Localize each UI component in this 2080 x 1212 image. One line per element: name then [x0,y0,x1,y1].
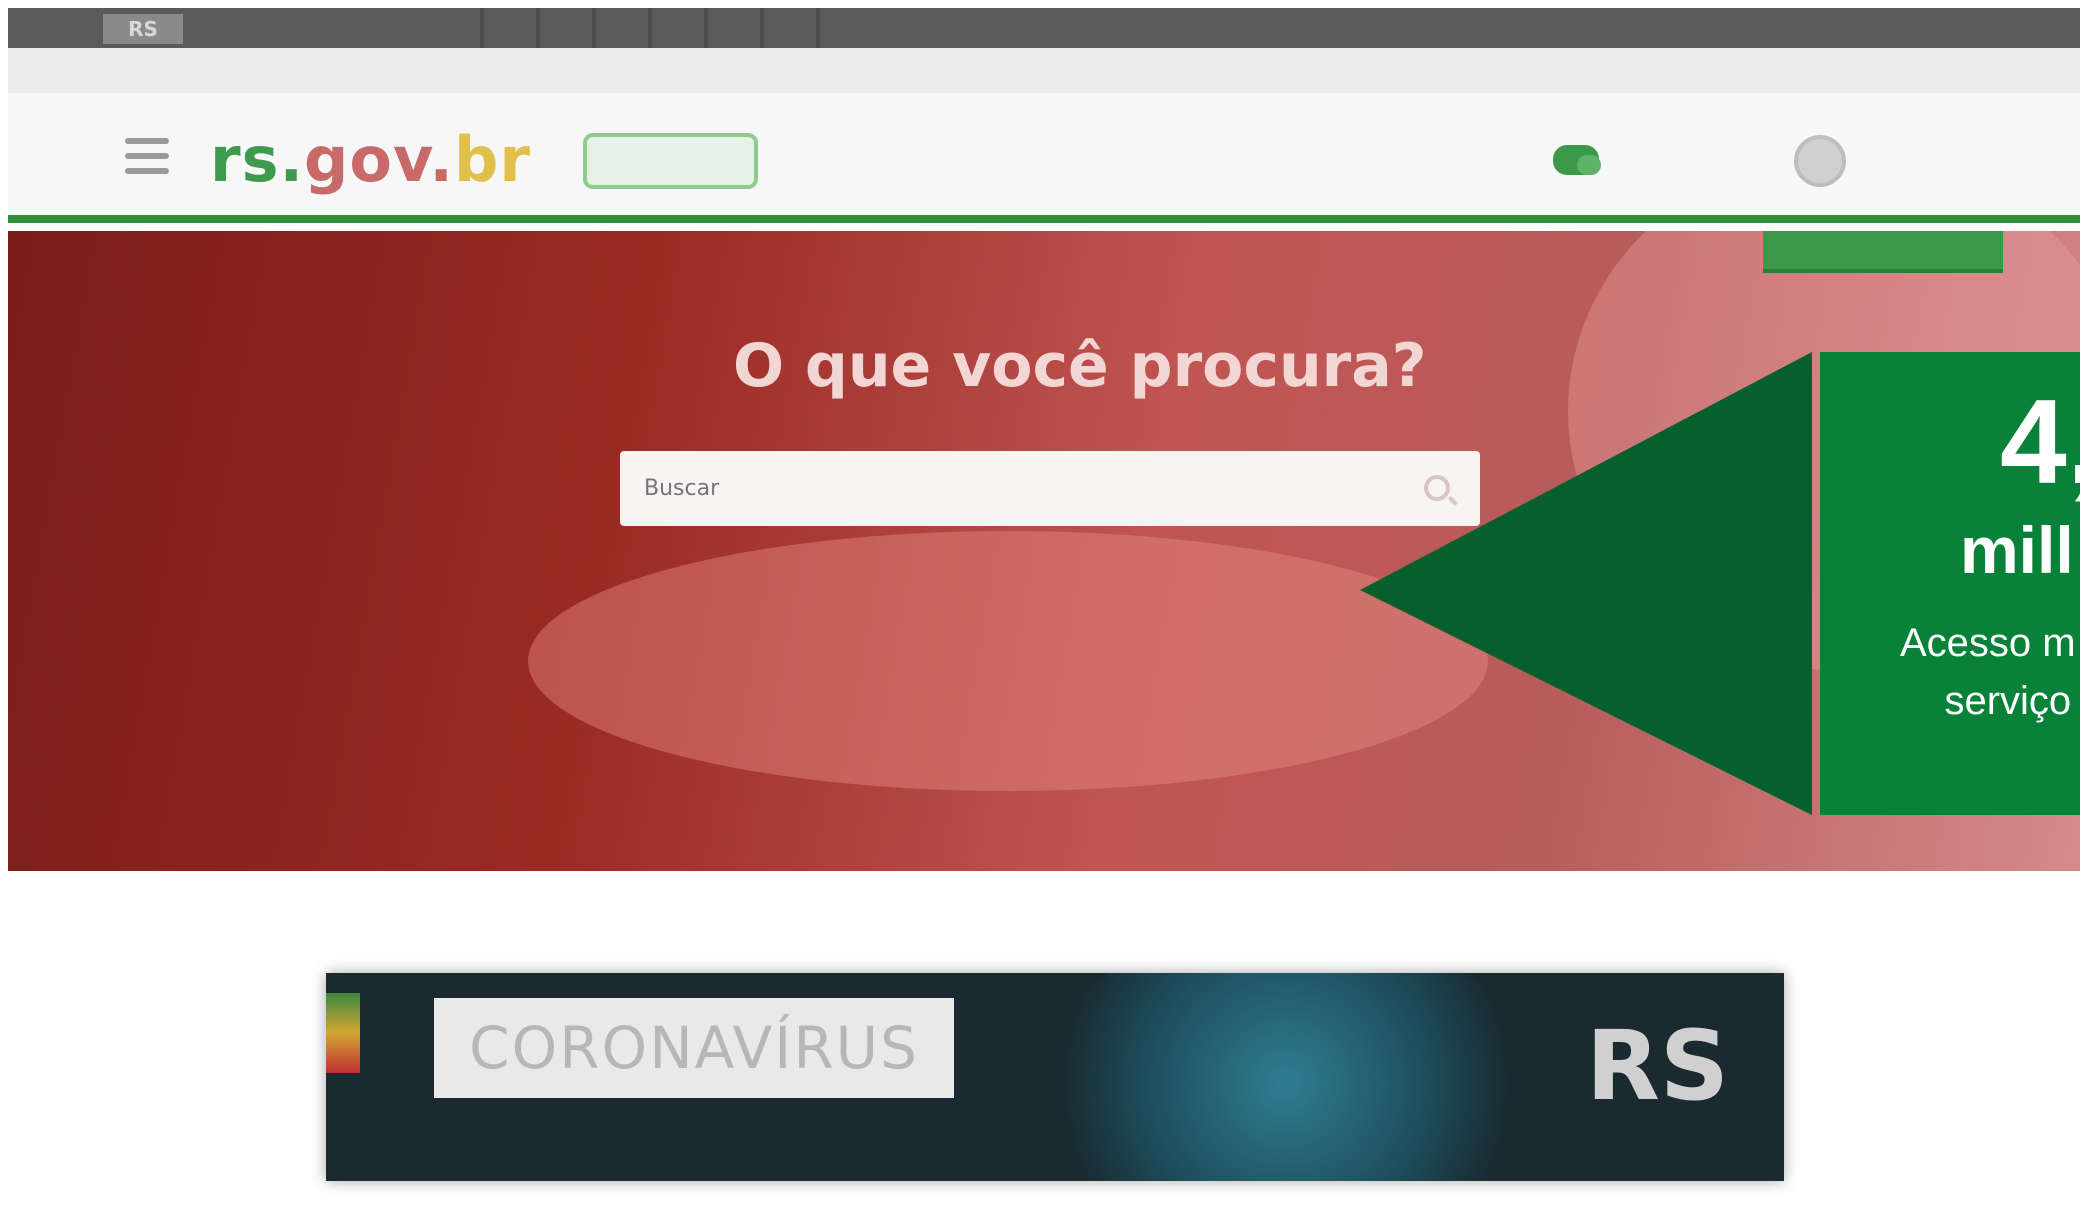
government-top-bar: RS [8,8,2080,48]
gov-link[interactable] [484,8,540,48]
search-input[interactable] [620,451,1380,526]
gov-link[interactable] [540,8,596,48]
callout-text-line-2: serviço [1944,679,2072,723]
gov-links [428,8,820,48]
logo-part-br: br [453,123,531,196]
gov-link[interactable] [652,8,708,48]
search-icon[interactable] [1424,475,1450,501]
callout-text-line-1: Acesso m [1900,621,2076,665]
statistic-callout: 4, mill Acesso m serviço [1820,352,2080,815]
browser-page: RS rs.gov.br O que você procura? Buscar … [8,8,2080,1212]
logo-badge [583,133,758,189]
callout-description: Acesso m serviço [1900,614,2076,730]
chat-bubbles-icon [1553,145,1601,175]
chat-button[interactable] [1553,145,1609,175]
callout-number: 4, [2000,375,2080,509]
hero-ribbon-tag[interactable] [1763,231,2003,273]
site-header: rs.gov.br [8,93,2080,223]
hero-section: O que você procura? [8,231,2080,871]
login-button[interactable] [1788,123,1998,198]
utility-bar [8,48,2080,93]
gov-link[interactable] [428,8,484,48]
callout-unit: mill [1960,513,2074,587]
hero-title: O que você procura? [733,331,1427,401]
gov-link[interactable] [708,8,764,48]
hero-background-hand [528,531,1488,791]
site-logo[interactable]: rs.gov.br [210,123,531,196]
coronavirus-banner[interactable]: CORONAVÍRUS RS [326,973,1784,1181]
logo-part-gov: gov. [304,123,454,196]
hamburger-menu-icon[interactable] [125,138,169,174]
gov-link[interactable] [764,8,820,48]
search-box [620,451,1480,526]
banner-headline: CORONAVÍRUS [434,998,954,1098]
gov-logo[interactable]: RS [103,14,183,44]
gov-link[interactable] [596,8,652,48]
banner-rs-logo: RS [1585,1010,1729,1122]
logo-part-rs: rs. [210,123,305,196]
user-avatar-icon [1794,134,1846,187]
flag-stripe [326,993,360,1073]
virus-graphic [1026,973,1546,1181]
